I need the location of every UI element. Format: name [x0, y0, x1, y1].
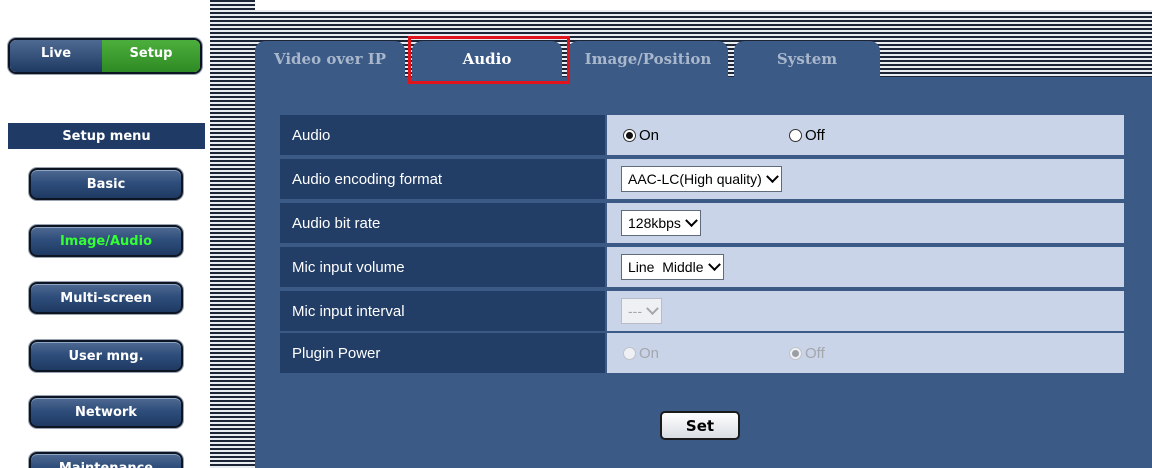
audio-off-radio[interactable]: Off	[789, 127, 825, 144]
plugin-power-label: Plugin Power	[280, 333, 605, 373]
mic-volume-selected-value: Line Middle	[628, 259, 704, 275]
setup-menu-title: Setup menu	[8, 123, 205, 149]
side-stripes	[210, 0, 255, 468]
mic-interval-label: Mic input interval	[280, 291, 605, 331]
mic-interval-selected-value: ---	[628, 303, 642, 319]
bitrate-value: 128kbps	[607, 203, 1124, 243]
radio-unselected-icon	[623, 346, 636, 360]
sidebar-item-network[interactable]: Network	[29, 396, 183, 428]
header-gap	[210, 0, 1152, 10]
audio-label: Audio	[280, 115, 605, 155]
sidebar: Live Setup Setup menu Basic Image/Audio …	[0, 0, 210, 468]
chevron-down-icon	[707, 257, 721, 271]
sidebar-item-multi-screen[interactable]: Multi-screen	[29, 282, 183, 314]
encoding-selected-value: AAC-LC(High quality)	[628, 171, 762, 187]
chevron-down-icon	[765, 169, 779, 183]
setup-button[interactable]: Setup	[102, 40, 200, 72]
set-button[interactable]: Set	[660, 411, 740, 440]
tab-image-position[interactable]: Image/Position	[568, 41, 728, 77]
plugin-power-off-radio: Off	[789, 345, 825, 362]
encoding-row: Audio encoding format AAC-LC(High qualit…	[280, 159, 1124, 199]
sidebar-item-maintenance[interactable]: Maintenance	[29, 452, 183, 468]
chevron-down-icon	[685, 213, 698, 227]
mic-volume-row: Mic input volume Line Middle	[280, 247, 1124, 287]
audio-off-label: Off	[805, 126, 825, 144]
bitrate-select[interactable]: 128kbps	[621, 210, 701, 236]
encoding-select[interactable]: AAC-LC(High quality)	[621, 166, 782, 192]
bitrate-row: Audio bit rate 128kbps	[280, 203, 1124, 243]
sidebar-item-user-mng[interactable]: User mng.	[29, 340, 183, 372]
tab-system[interactable]: System	[734, 41, 880, 77]
bitrate-selected-value: 128kbps	[628, 215, 681, 231]
encoding-value: AAC-LC(High quality)	[607, 159, 1124, 199]
plugin-power-value: On Off	[607, 333, 1124, 373]
plugin-power-off-label: Off	[805, 344, 825, 362]
tab-video-over-ip[interactable]: Video over IP	[255, 41, 405, 77]
radio-selected-icon	[789, 346, 803, 360]
tab-highlight-box	[408, 36, 570, 84]
mic-interval-select: ---	[621, 298, 662, 324]
audio-on-radio[interactable]: On	[623, 127, 659, 144]
mic-volume-label: Mic input volume	[280, 247, 605, 287]
plugin-power-on-label: On	[639, 344, 660, 362]
mic-volume-value: Line Middle	[607, 247, 1124, 287]
mic-interval-row: Mic input interval ---	[280, 291, 1124, 331]
sidebar-item-basic[interactable]: Basic	[29, 168, 183, 200]
mic-interval-value: ---	[607, 291, 1124, 331]
audio-row: Audio On Off	[280, 115, 1124, 155]
plugin-power-on-radio: On	[623, 345, 659, 362]
encoding-label: Audio encoding format	[280, 159, 605, 199]
sidebar-item-image-audio[interactable]: Image/Audio	[29, 225, 183, 257]
audio-on-label: On	[639, 126, 660, 144]
chevron-down-icon	[646, 301, 659, 315]
mic-volume-select[interactable]: Line Middle	[621, 254, 724, 280]
audio-value: On Off	[607, 115, 1124, 155]
plugin-power-row: Plugin Power On Off	[280, 333, 1124, 373]
radio-unselected-icon	[789, 128, 803, 142]
radio-selected-icon	[623, 128, 636, 142]
mode-switch: Live Setup	[8, 38, 202, 74]
bitrate-label: Audio bit rate	[280, 203, 605, 243]
live-button[interactable]: Live	[10, 40, 102, 72]
